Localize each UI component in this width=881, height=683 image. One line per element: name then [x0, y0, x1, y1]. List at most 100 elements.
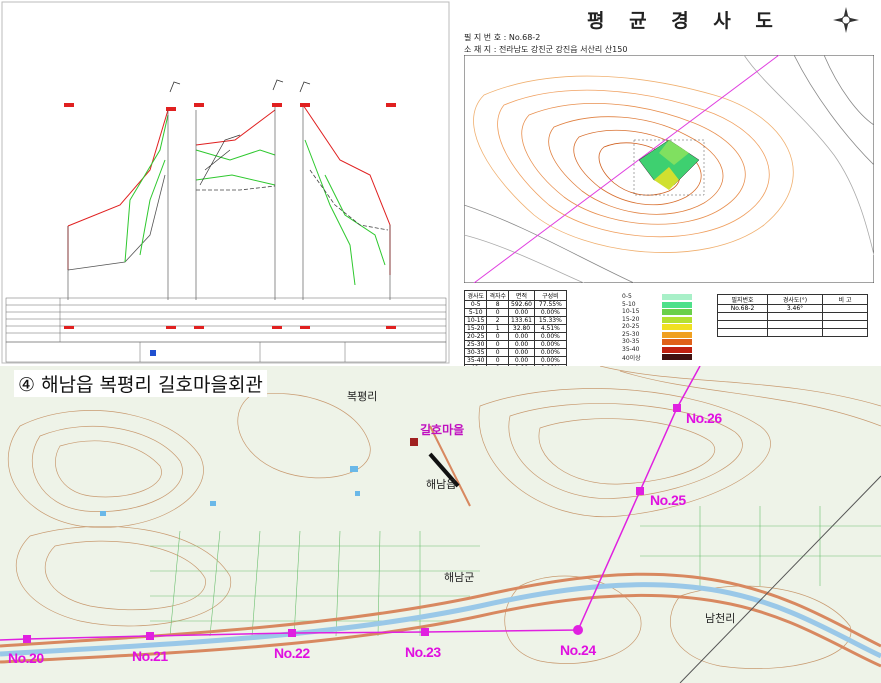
cross-section-sheet	[0, 0, 453, 366]
station-label: No.20	[8, 650, 44, 666]
station-label: No.26	[686, 410, 722, 426]
legend-label: 0-5	[622, 293, 632, 300]
station-marker-23	[421, 628, 429, 636]
stats-cell: 30-35	[463, 348, 488, 357]
stats-cell: 0	[486, 348, 509, 357]
station-marker-25	[636, 487, 644, 495]
result-header: 필지번호	[717, 294, 768, 305]
legend-swatch	[662, 324, 692, 330]
stats-cell: 8	[486, 300, 509, 309]
place-gilho: 길호마을	[420, 423, 465, 437]
legend-label: 10-15	[622, 308, 640, 315]
stats-row: 20-25 0 0.00 0.00%	[463, 332, 567, 341]
stats-row: 0-5 8 592.60 77.55%	[463, 300, 567, 309]
legend-label: 30-35	[622, 338, 640, 345]
stats-row: 10-15 2 133.61 15.33%	[463, 316, 567, 325]
result-cell: 3.46°	[767, 304, 823, 313]
slope-title: 평 균 경 사 도	[587, 10, 782, 32]
station-marker-24	[573, 625, 583, 635]
station-marker-26	[673, 404, 681, 412]
stats-cell: 15-20	[463, 324, 488, 333]
legend-swatch	[662, 339, 692, 345]
place-haenam-gun: 해남군	[444, 571, 475, 584]
section-1	[67, 109, 169, 300]
stats-cell: 592.60	[508, 300, 535, 309]
stats-cell: 0	[486, 340, 509, 349]
topographic-map: ④ 해남읍 복평리 길호마을회관 복평리 길호마을 해남읍 해남군 남천리 No…	[0, 366, 881, 683]
stats-cell: 32.80	[508, 324, 535, 333]
result-header: 경사도(°)	[767, 294, 823, 305]
legend-label: 15-20	[622, 315, 640, 323]
legend-swatch	[662, 316, 692, 323]
section-3	[302, 104, 391, 300]
contour-map	[464, 55, 874, 283]
stats-cell: 1	[486, 324, 509, 333]
station-label: No.21	[132, 648, 168, 664]
legend-label: 25-30	[622, 330, 640, 338]
stats-header: 격자수	[486, 290, 509, 301]
map-caption: ④ 해남읍 복평리 길호마을회관	[14, 370, 267, 397]
slope-color-legend: 0-5 5-10 10-15 15-20 20-25 25-30 30-35 35-40 40이…	[622, 293, 702, 363]
stats-cell: 4.51%	[534, 324, 567, 333]
slope-result-table: 필지번호 경사도(°) 비 고 No.68-2 3.46°	[717, 294, 868, 337]
lot-number-label: 필 지 번 호 : No.68-2	[464, 33, 541, 42]
result-cell: No.68-2	[717, 304, 768, 313]
map-drawing	[0, 366, 881, 683]
stats-cell: 0.00%	[534, 340, 567, 349]
stats-header: 구성비	[534, 290, 567, 301]
slope-stats-table: 경사도 격자수 면적 구성비 0-5 8 592.60 77.55% 5-10 0 0.00…	[463, 290, 567, 366]
legend-swatch	[662, 301, 692, 308]
station-marker-22	[288, 629, 296, 637]
legend-label: 35-40	[622, 345, 640, 353]
place-haenam-eup: 해남읍	[426, 478, 457, 491]
place-namcheon: 남천리	[705, 612, 736, 625]
legend-swatch	[662, 346, 692, 353]
stats-row: 25-30 0 0.00 0.00%	[463, 340, 567, 349]
result-header: 비 고	[822, 294, 868, 305]
stats-cell: 0	[486, 356, 509, 365]
stats-cell: 0.00	[508, 340, 535, 349]
stats-cell: 0.00	[508, 348, 535, 357]
stats-cell: 0.00	[508, 332, 535, 341]
station-label: No.25	[650, 492, 686, 508]
slope-analysis-sheet: 평 균 경 사 도 필 지 번 호 : No.68-2 소 재 지 : 전라남도…	[452, 0, 881, 366]
stats-cell: 0-5	[463, 300, 488, 309]
stats-cell: 0.00%	[534, 308, 567, 317]
result-cell	[822, 304, 868, 313]
stats-row: 30-35 0 0.00 0.00%	[463, 348, 567, 357]
address-label: 소 재 지 : 전라남도 강진군 강진읍 서산리 산150	[464, 45, 628, 54]
stats-row: 15-20 1 32.80 4.51%	[463, 324, 567, 333]
stats-cell: 0.00%	[534, 332, 567, 341]
stats-cell: 20-25	[463, 332, 488, 341]
stats-row: 5-10 0 0.00 0.00%	[463, 308, 567, 317]
station-label: No.22	[274, 645, 310, 661]
station-label: No.24	[560, 642, 596, 658]
cross-section-drawing	[1, 1, 450, 364]
stats-cell: 133.61	[508, 316, 535, 325]
stats-cell: 0.00	[508, 356, 535, 365]
stats-header: 경사도	[463, 290, 488, 301]
stats-cell: 25-30	[463, 340, 488, 349]
legend-swatch	[662, 309, 692, 315]
village-marker-icon	[410, 438, 418, 446]
stats-cell: 15.33%	[534, 316, 567, 325]
stats-cell: 0	[486, 332, 509, 341]
stats-cell: 10-15	[463, 316, 488, 325]
stats-cell: 0.00%	[534, 356, 567, 365]
compass-icon	[832, 6, 860, 34]
legend-swatch	[662, 331, 692, 338]
stats-cell: 0	[486, 308, 509, 317]
section-2	[195, 105, 276, 300]
place-bokpyeong: 복평리	[347, 390, 378, 403]
stats-cell: 0.00%	[534, 348, 567, 357]
stats-row: 35-40 0 0.00 0.00%	[463, 356, 567, 365]
legend-swatch	[662, 294, 692, 300]
legend-label: 40이상	[622, 355, 641, 362]
legend-label: 5-10	[622, 300, 636, 308]
stats-cell: 77.55%	[534, 300, 567, 309]
legend-swatch	[662, 354, 692, 360]
stats-header: 면적	[508, 290, 535, 301]
stats-cell: 35-40	[463, 356, 488, 365]
legend-label: 20-25	[622, 323, 640, 330]
stats-cell: 2	[486, 316, 509, 325]
